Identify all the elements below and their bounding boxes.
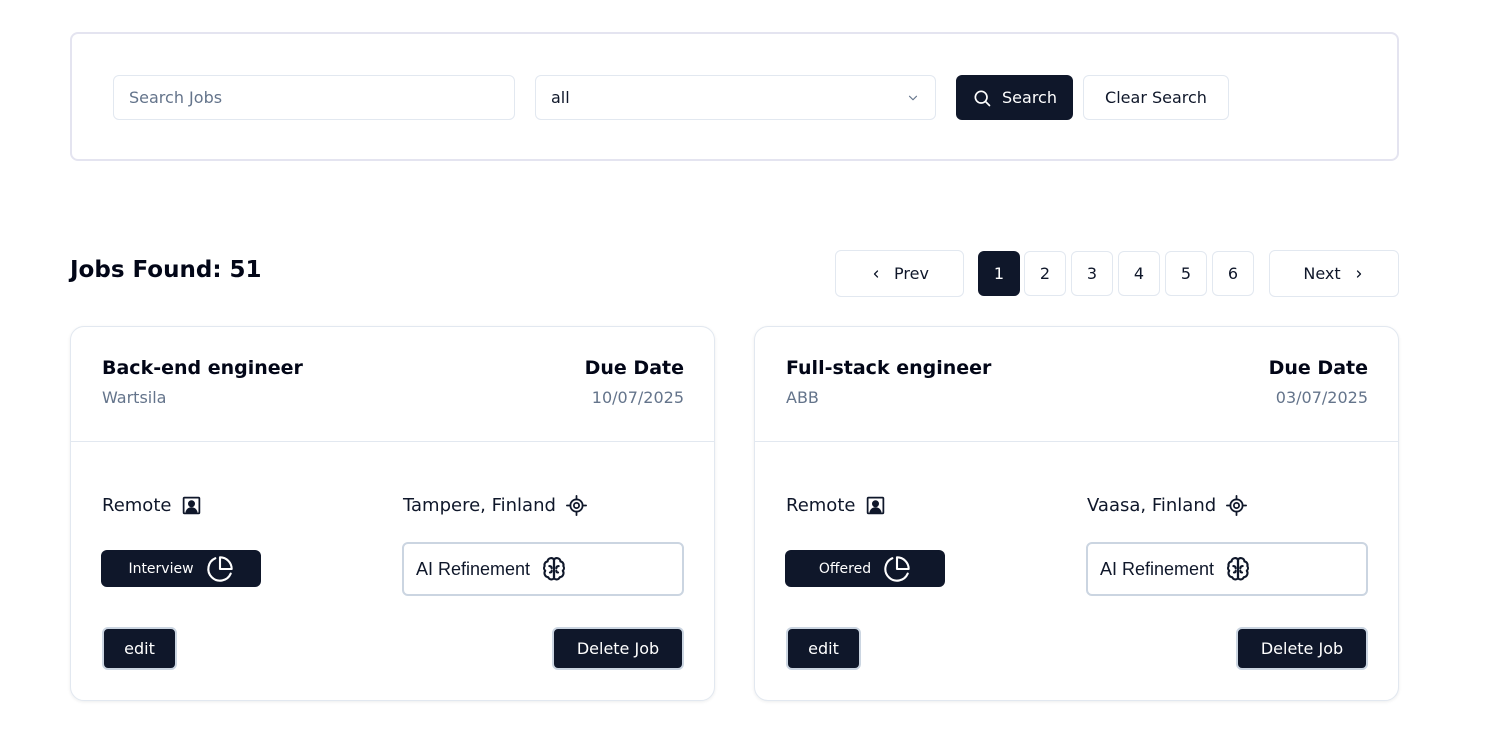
page-number: 1 bbox=[993, 264, 1005, 283]
card-divider bbox=[71, 441, 714, 442]
locate-icon bbox=[565, 495, 587, 516]
page-button-5[interactable]: 5 bbox=[1165, 251, 1207, 296]
status-label: Offered bbox=[818, 560, 872, 577]
ai-refinement-label: AI Refinement bbox=[1100, 558, 1215, 579]
work-mode: Remote bbox=[102, 495, 202, 516]
delete-job-label: Delete Job bbox=[1260, 639, 1344, 658]
brain-icon bbox=[1227, 557, 1250, 581]
page-number: 4 bbox=[1133, 264, 1145, 283]
status-badge[interactable]: Offered bbox=[785, 550, 945, 587]
page-number: 2 bbox=[1039, 264, 1051, 283]
due-date-label: Due Date bbox=[1268, 357, 1368, 379]
work-mode-label: Remote bbox=[786, 495, 856, 516]
job-location: Vaasa, Finland bbox=[1087, 495, 1248, 516]
page-button-4[interactable]: 4 bbox=[1118, 251, 1160, 296]
edit-label: edit bbox=[808, 639, 839, 658]
company-name: Wartsila bbox=[102, 388, 167, 407]
clear-search-label: Clear Search bbox=[1105, 88, 1207, 107]
prev-label: Prev bbox=[894, 264, 929, 283]
status-select[interactable]: all bbox=[535, 75, 936, 120]
user-square-icon bbox=[183, 496, 201, 515]
job-location: Tampere, Finland bbox=[403, 495, 587, 516]
page-number: 5 bbox=[1180, 264, 1192, 283]
location-label: Tampere, Finland bbox=[403, 495, 556, 516]
next-label: Next bbox=[1303, 264, 1341, 283]
delete-job-button[interactable]: Delete Job bbox=[1236, 627, 1368, 670]
job-card: Back-end engineer Wartsila Due Date 10/0… bbox=[70, 326, 715, 701]
edit-label: edit bbox=[124, 639, 155, 658]
chevron-down-icon bbox=[908, 95, 918, 100]
job-title: Full-stack engineer bbox=[786, 357, 992, 379]
page-number: 3 bbox=[1086, 264, 1098, 283]
ai-refinement-label: AI Refinement bbox=[416, 558, 531, 579]
status-badge[interactable]: Interview bbox=[101, 550, 261, 587]
job-title: Back-end engineer bbox=[102, 357, 303, 379]
edit-button[interactable]: edit bbox=[102, 627, 177, 670]
clear-search-button[interactable]: Clear Search bbox=[1083, 75, 1229, 120]
due-date-value: 03/07/2025 bbox=[1275, 388, 1368, 407]
chevron-left-icon bbox=[873, 269, 879, 278]
work-mode: Remote bbox=[786, 495, 886, 516]
pie-chart-icon bbox=[884, 555, 910, 582]
next-page-button[interactable]: Next bbox=[1269, 250, 1399, 297]
card-divider bbox=[755, 441, 1398, 442]
work-mode-label: Remote bbox=[102, 495, 172, 516]
jobs-found-count: Jobs Found: 51 bbox=[70, 257, 262, 283]
edit-button[interactable]: edit bbox=[786, 627, 861, 670]
search-icon bbox=[974, 90, 991, 106]
page-button-3[interactable]: 3 bbox=[1071, 251, 1113, 296]
due-date-value: 10/07/2025 bbox=[591, 388, 684, 407]
status-label: Interview bbox=[128, 560, 194, 577]
delete-job-label: Delete Job bbox=[576, 639, 660, 658]
ai-refinement-button[interactable]: AI Refinement bbox=[402, 542, 684, 596]
due-date-label: Due Date bbox=[584, 357, 684, 379]
company-name: ABB bbox=[786, 388, 819, 407]
search-input[interactable] bbox=[113, 75, 515, 120]
locate-icon bbox=[1226, 495, 1248, 516]
location-label: Vaasa, Finland bbox=[1087, 495, 1217, 516]
job-card: Full-stack engineer ABB Due Date 03/07/2… bbox=[754, 326, 1399, 701]
chevron-right-icon bbox=[1356, 269, 1361, 278]
search-panel: all Search Clear Search bbox=[70, 32, 1399, 161]
pie-chart-icon bbox=[206, 555, 233, 582]
page-button-1[interactable]: 1 bbox=[978, 251, 1020, 296]
delete-job-button[interactable]: Delete Job bbox=[552, 627, 684, 670]
search-button[interactable]: Search bbox=[956, 75, 1073, 120]
page-button-6[interactable]: 6 bbox=[1212, 251, 1254, 296]
brain-icon bbox=[543, 557, 566, 581]
ai-refinement-button[interactable]: AI Refinement bbox=[1086, 542, 1368, 596]
search-button-label: Search bbox=[1002, 88, 1057, 107]
status-select-value: all bbox=[551, 88, 570, 107]
prev-page-button[interactable]: Prev bbox=[835, 250, 964, 297]
user-square-icon bbox=[867, 496, 885, 515]
page-number: 6 bbox=[1227, 264, 1239, 283]
page-button-2[interactable]: 2 bbox=[1024, 251, 1066, 296]
